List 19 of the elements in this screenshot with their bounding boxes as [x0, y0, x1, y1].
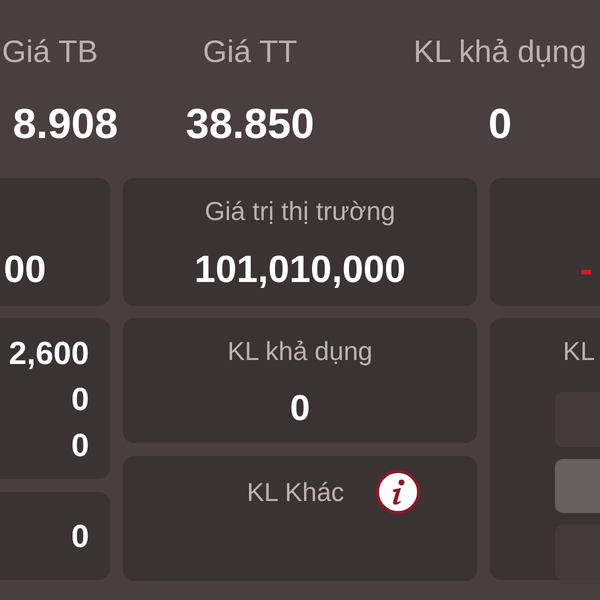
- card-label: KL khả dụng: [227, 336, 373, 366]
- card-value: 101,010,000: [194, 250, 406, 290]
- card-value: 0: [71, 517, 89, 556]
- card-value: -: [580, 250, 593, 290]
- card-value: 0: [71, 380, 89, 419]
- card-value: 0: [71, 426, 89, 465]
- summary-label: Giá TT: [202, 33, 298, 71]
- card-value: 00: [4, 250, 46, 290]
- card-label: Giá trị thị trường: [204, 196, 396, 226]
- summary-value: 38.850: [186, 100, 314, 148]
- card-value: 0: [290, 388, 310, 428]
- summary-label: Giá TB: [2, 33, 98, 71]
- summary-value: 0: [488, 100, 512, 148]
- summary-value: 8.908: [12, 100, 118, 148]
- info-icon[interactable]: [376, 470, 420, 514]
- summary-label: KL khả dụng: [414, 33, 586, 71]
- card-label: KL: [563, 336, 596, 366]
- card-label: KL Khác: [246, 477, 344, 507]
- card-value: 2,600: [8, 334, 89, 373]
